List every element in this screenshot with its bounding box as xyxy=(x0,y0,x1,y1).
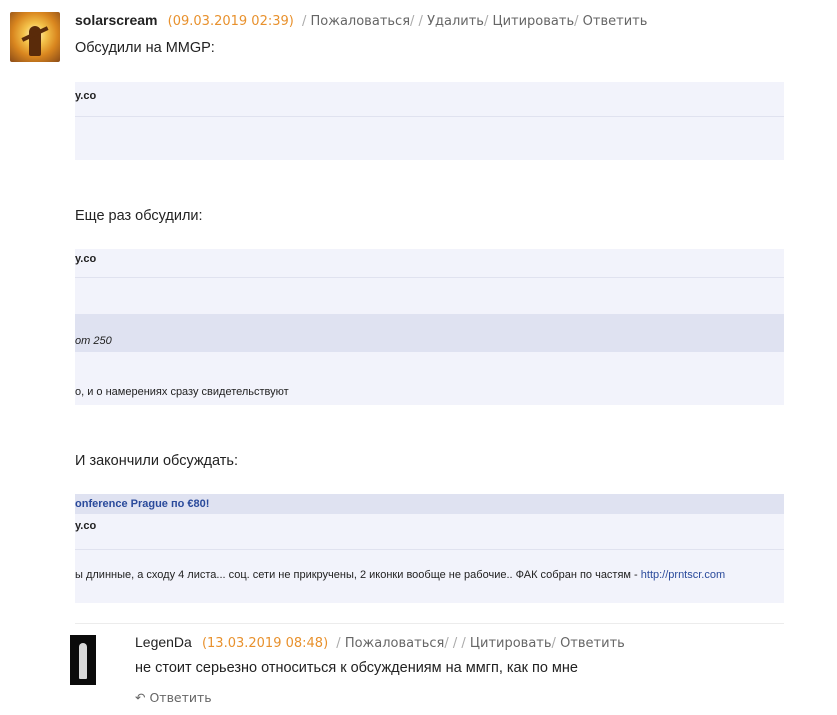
screenshot-text: ы длинные, а сходу 4 листа... соц. сети … xyxy=(75,569,726,581)
screenshot-text: y.co xyxy=(75,90,97,102)
author-name[interactable]: LegenDa xyxy=(135,634,192,650)
cite-link[interactable]: Цитировать xyxy=(492,14,574,29)
post2-header: LegenDa (13.03.2019 08:48) / Пожаловатьс… xyxy=(135,634,625,651)
reply-link[interactable]: Ответить xyxy=(583,14,648,29)
author-name[interactable]: solarscream xyxy=(75,12,158,28)
reply-divider xyxy=(75,623,784,624)
post-date: (09.03.2019 02:39) xyxy=(167,14,294,29)
avatar-solarscream[interactable] xyxy=(10,12,60,62)
post-actions: / Пожаловаться/ / / Цитировать/ Ответить xyxy=(336,636,625,651)
post-actions: / Пожаловаться/ / Удалить/ Цитировать/ О… xyxy=(301,14,648,29)
post-text-3: И закончили обсуждать: xyxy=(75,453,238,469)
post1-header: solarscream (09.03.2019 02:39) / Пожалов… xyxy=(75,12,647,29)
avatar-figure xyxy=(79,643,87,679)
divider xyxy=(75,277,784,278)
screenshot-link[interactable]: http://prntscr.com xyxy=(641,569,725,581)
screenshot-title: onference Prague по €80! xyxy=(75,498,210,510)
screenshot-text: от 250 xyxy=(75,335,112,347)
reply-button[interactable]: ↶ Ответить xyxy=(135,690,212,705)
divider xyxy=(75,549,784,550)
complain-link[interactable]: Пожаловаться xyxy=(345,636,445,651)
post-date: (13.03.2019 08:48) xyxy=(201,636,329,651)
reply-arrow-icon: ↶ Ответить xyxy=(135,690,212,705)
divider xyxy=(75,116,784,117)
screenshot-text: y.co xyxy=(75,253,97,265)
avatar-legenda[interactable] xyxy=(70,635,96,685)
cite-link[interactable]: Цитировать xyxy=(470,636,552,651)
embedded-screenshot-1[interactable]: y.co xyxy=(75,82,784,160)
post-text-1: Обсудили на MMGP: xyxy=(75,40,215,56)
embedded-screenshot-3[interactable]: onference Prague по €80! y.co ы длинные,… xyxy=(75,494,784,603)
post-text: не стоит серьезно относиться к обсуждени… xyxy=(135,660,578,676)
separator: / xyxy=(574,14,579,29)
delete-link[interactable]: Удалить xyxy=(427,14,484,29)
reply-link[interactable]: Ответить xyxy=(560,636,625,651)
screenshot-text: о, и о намерениях сразу свидетельствуют xyxy=(75,386,289,398)
embedded-screenshot-2[interactable]: y.co от 250 о, и о намерениях сразу свид… xyxy=(75,249,784,405)
complain-link[interactable]: Пожаловаться xyxy=(311,14,411,29)
post-text-2: Еще раз обсудили: xyxy=(75,208,203,224)
separator: / xyxy=(410,14,415,29)
avatar-figure xyxy=(29,26,41,56)
separator: / xyxy=(418,14,423,29)
screenshot-text: y.co xyxy=(75,520,97,532)
